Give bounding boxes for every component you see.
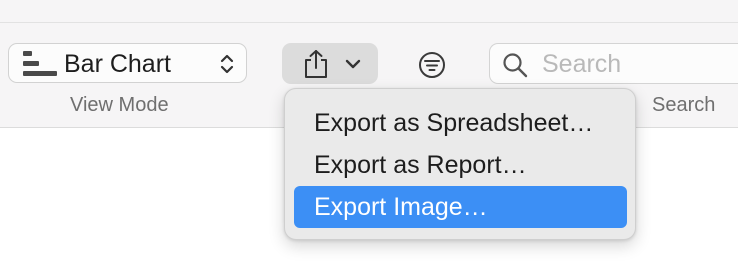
export-button[interactable] [282,43,378,84]
search-input[interactable]: Search [489,43,738,84]
menu-item-export-image[interactable]: Export Image… [294,186,627,228]
menu-item-export-report[interactable]: Export as Report… [294,144,627,186]
share-icon [305,50,327,78]
view-mode-caption: View Mode [70,94,169,116]
chevron-down-icon [345,59,361,69]
up-down-chevron-icon [220,54,234,74]
menu-item-label: Export as Report… [314,151,527,179]
search-placeholder: Search [542,50,622,78]
view-mode-popup[interactable]: Bar Chart [8,43,247,83]
filter-icon[interactable] [416,49,448,81]
view-mode-value: Bar Chart [64,50,171,78]
search-caption: Search [652,94,716,116]
search-icon [503,53,528,78]
menu-item-label: Export Image… [314,193,488,221]
bar-chart-icon [23,51,57,77]
title-bar-divider [0,22,738,23]
menu-item-label: Export as Spreadsheet… [314,109,594,137]
export-menu: Export as Spreadsheet… Export as Report…… [284,88,636,240]
menu-item-export-spreadsheet[interactable]: Export as Spreadsheet… [294,102,627,144]
